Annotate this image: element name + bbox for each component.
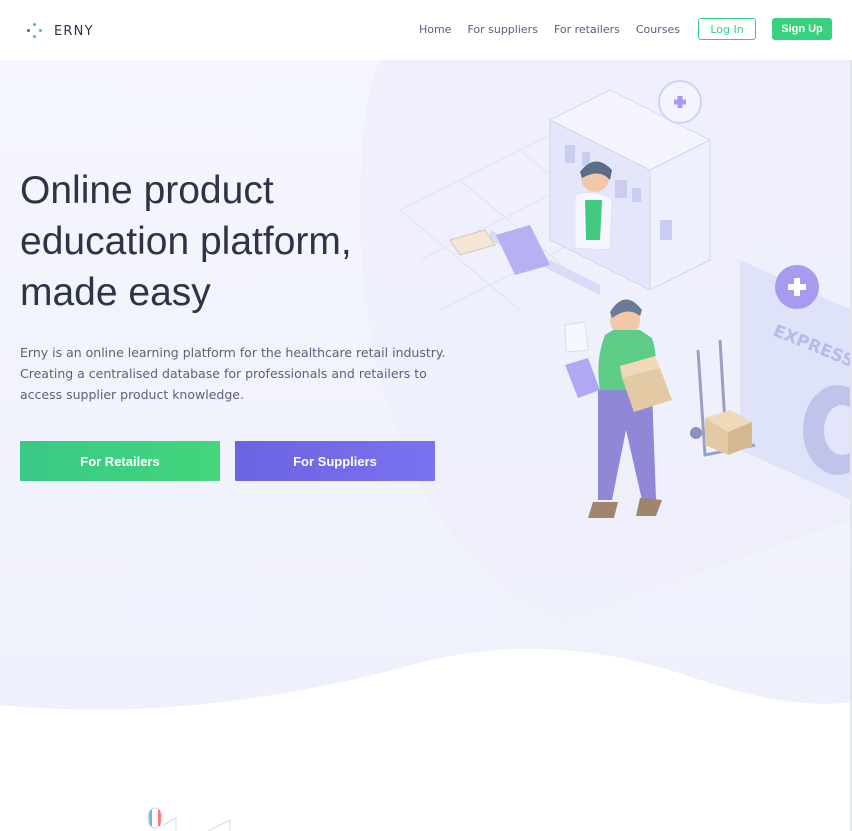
hero-description-line: Creating a centralised database for prof…: [20, 366, 427, 381]
nav-link-courses[interactable]: Courses: [636, 23, 680, 36]
hero-bottom-wave: [0, 648, 852, 760]
france-flag-icon: [147, 807, 231, 831]
brand-name: ERNY: [54, 23, 94, 39]
for-suppliers-button[interactable]: For Suppliers: [235, 441, 435, 481]
hero-description-line: access supplier product knowledge.: [20, 387, 244, 402]
hero-description-line: Erny is an online learning platform for …: [20, 345, 446, 360]
login-button[interactable]: Log In: [698, 18, 756, 40]
hero-title-line: Online product: [20, 169, 274, 212]
signup-button[interactable]: Sign Up: [772, 18, 832, 40]
nav-link-for-retailers[interactable]: For retailers: [554, 23, 620, 36]
for-retailers-button[interactable]: For Retailers: [20, 441, 220, 481]
hero-section: EXPRESS Online product education platfor…: [0, 60, 852, 720]
main-nav: Home For suppliers For retailers Courses…: [403, 18, 832, 40]
nav-link-home[interactable]: Home: [419, 23, 451, 36]
nav-link-for-suppliers[interactable]: For suppliers: [467, 23, 538, 36]
hero-title: Online product education platform, made …: [20, 165, 440, 318]
hero-title-line: made easy: [20, 271, 211, 314]
pharmacy-delivery-illustration: EXPRESS: [360, 60, 852, 620]
top-navigation-bar: ERNY Home For suppliers For retailers Co…: [0, 0, 852, 60]
brand-logo[interactable]: ERNY: [26, 22, 94, 40]
hero-description: Erny is an online learning platform for …: [20, 342, 450, 405]
logo-mark-icon: [26, 22, 44, 40]
hero-title-line: education platform,: [20, 220, 352, 263]
